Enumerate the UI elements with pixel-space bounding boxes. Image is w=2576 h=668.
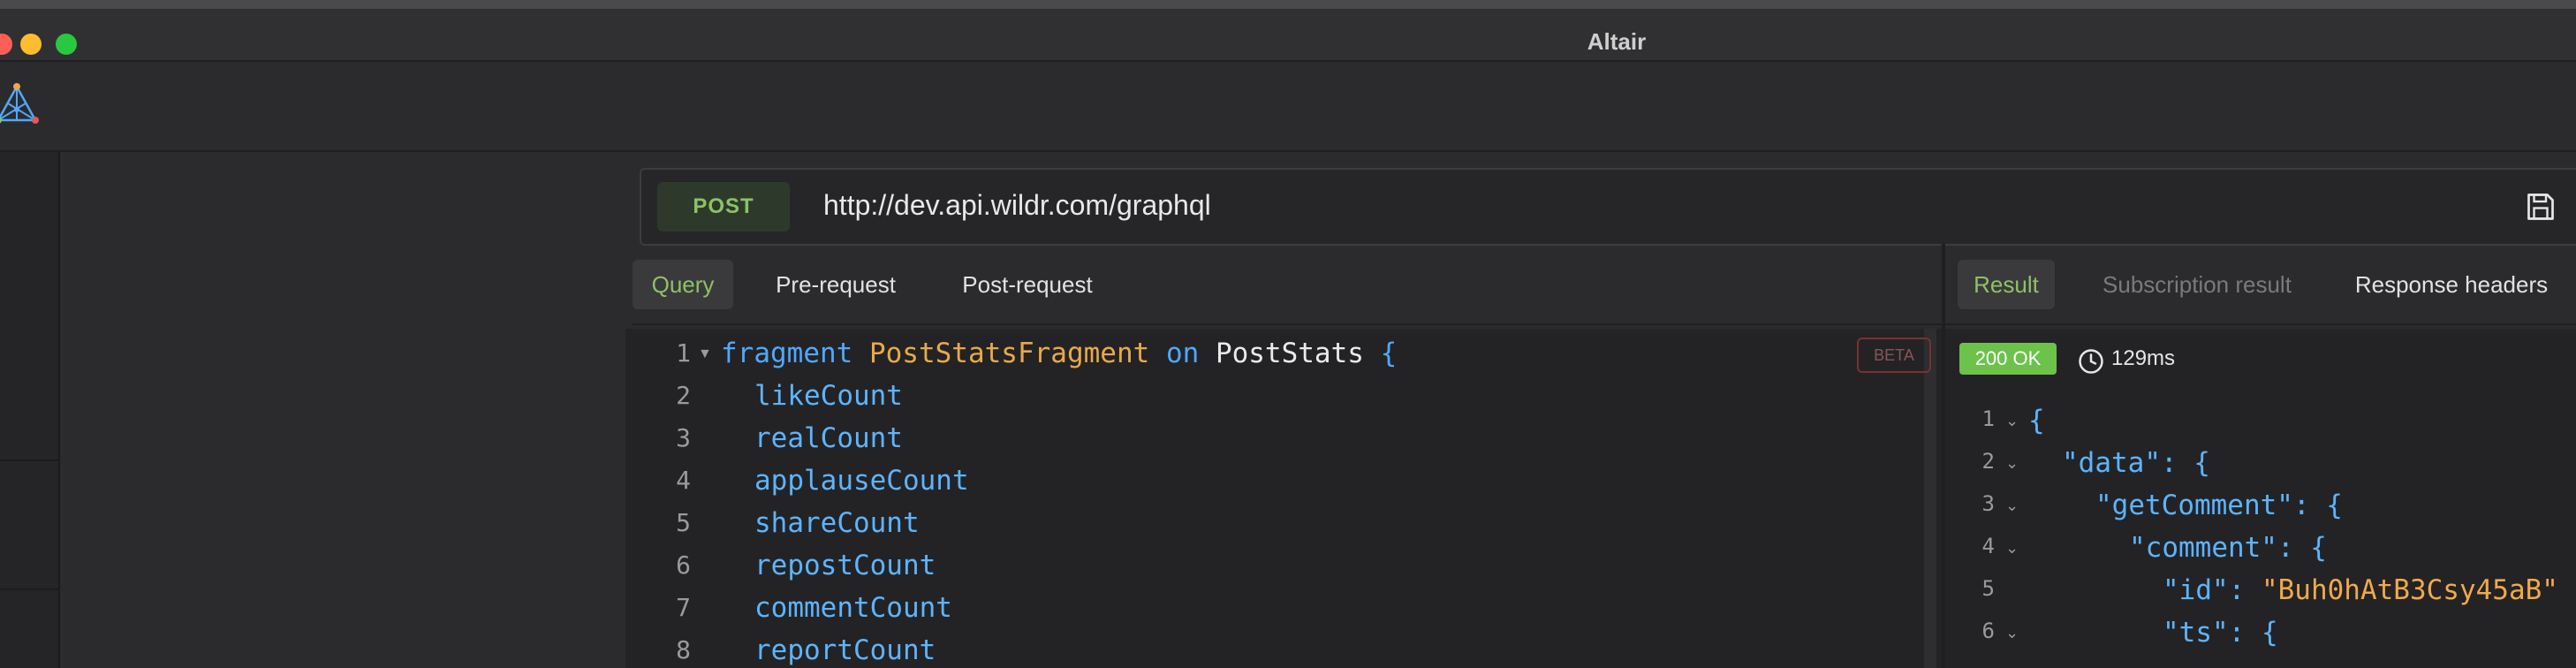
- json-punct: : {: [2228, 617, 2278, 649]
- fold-toggle-icon[interactable]: ⌄: [2005, 539, 2019, 558]
- json-key: "data": [2062, 447, 2161, 479]
- json-key: "ts": [2163, 617, 2229, 649]
- json-punct: :: [2228, 574, 2262, 606]
- editor-scrollbar[interactable]: [1924, 329, 1936, 668]
- code-field: applauseCount: [754, 465, 969, 497]
- json-punct: : {: [2160, 447, 2210, 479]
- save-icon[interactable]: [2525, 191, 2557, 223]
- tab-pre-request[interactable]: Pre-request: [756, 260, 915, 309]
- url-input[interactable]: http://dev.api.wildr.com/graphql: [823, 189, 1211, 222]
- result-line-number: 1: [1981, 406, 1995, 431]
- code-keyword: on: [1165, 338, 1200, 369]
- result-line-number: 3: [1981, 491, 1995, 516]
- json-line: "getComment": {: [2095, 490, 2343, 521]
- tab-response-headers[interactable]: Response headers: [2341, 260, 2562, 309]
- result-line-number: 6: [1981, 619, 1995, 643]
- code-field: repostCount: [754, 550, 936, 581]
- json-punct: : {: [2277, 532, 2327, 564]
- json-line: "comment": {: [2129, 532, 2327, 564]
- json-punct: : {: [2292, 490, 2343, 521]
- json-line: "data": {: [2062, 447, 2210, 479]
- json-string-value: "Buh0hAtB3Csy45aB": [2261, 574, 2558, 606]
- response-time: 129ms: [2111, 346, 2176, 370]
- fold-toggle-icon[interactable]: ⌄: [2005, 454, 2019, 473]
- url-bar: POST http://dev.api.wildr.com/graphql: [640, 168, 2576, 246]
- code-keyword: fragment: [721, 338, 853, 369]
- json-key: "id": [2163, 574, 2229, 606]
- sidebar-divider: [0, 588, 58, 590]
- altair-logo-icon[interactable]: [0, 83, 39, 127]
- result-line-number: 2: [1981, 449, 1995, 474]
- json-line: "ts": {: [2163, 617, 2278, 649]
- status-badge: 200 OK: [1959, 343, 2057, 375]
- window-switcher-strip: [0, 152, 60, 668]
- line-number: 7: [676, 593, 691, 622]
- line-number: 8: [676, 635, 691, 664]
- json-key: "comment": [2129, 532, 2277, 564]
- code-field: commentCount: [754, 592, 952, 624]
- code-field: reportCount: [754, 634, 936, 666]
- tab-result[interactable]: Result: [1958, 260, 2055, 309]
- fold-toggle-icon[interactable]: ⌄: [2005, 624, 2019, 642]
- window-title: Altair: [1587, 28, 1647, 55]
- system-menubar: [0, 0, 2576, 9]
- collections-panel: [60, 152, 624, 668]
- editor-tabs: Query Pre-request Post-request: [633, 256, 1943, 325]
- zoom-window-button[interactable]: [56, 34, 77, 55]
- sidebar-divider: [0, 459, 58, 461]
- result-tabs-divider: [1945, 323, 2576, 325]
- code-fragment-name: PostStatsFragment: [868, 338, 1150, 369]
- line-number: 4: [676, 466, 691, 495]
- tab-subscription-result[interactable]: Subscription result: [2085, 260, 2309, 309]
- result-line-number: 4: [1981, 534, 1995, 558]
- window-titlebar: Altair: [0, 9, 2576, 62]
- code-brace: {: [1380, 338, 1398, 369]
- code-field: shareCount: [754, 507, 920, 539]
- minimize-window-button[interactable]: [20, 34, 42, 55]
- json-line: {: [2028, 405, 2045, 436]
- code-field: likeCount: [754, 380, 903, 412]
- code-line: fragment PostStatsFragment on PostStats …: [721, 338, 1397, 369]
- tab-post-request[interactable]: Post-request: [943, 260, 1111, 309]
- tab-query[interactable]: Query: [633, 260, 733, 309]
- line-number: 1: [676, 338, 691, 368]
- result-line-number: 5: [1981, 576, 1995, 601]
- code-field: realCount: [754, 422, 903, 454]
- close-window-button[interactable]: [0, 34, 12, 55]
- fold-toggle-icon[interactable]: ⌄: [2005, 412, 2019, 430]
- fold-toggle-icon[interactable]: ▼: [698, 346, 712, 362]
- http-method-button[interactable]: POST: [657, 182, 790, 232]
- fold-toggle-icon[interactable]: ⌄: [2005, 497, 2019, 515]
- line-number: 6: [676, 550, 691, 580]
- json-line: "id": "Buh0hAtB3Csy45aB": [2163, 574, 2558, 606]
- line-number: 3: [676, 423, 691, 452]
- clock-icon: [2079, 349, 2103, 374]
- line-number: 5: [676, 508, 691, 537]
- app-toolbar: [0, 62, 2576, 152]
- json-key: "getComment": [2095, 490, 2293, 521]
- line-number: 2: [676, 381, 691, 410]
- code-type-name: PostStats: [1215, 338, 1364, 369]
- beta-badge: BETA: [1857, 338, 1931, 373]
